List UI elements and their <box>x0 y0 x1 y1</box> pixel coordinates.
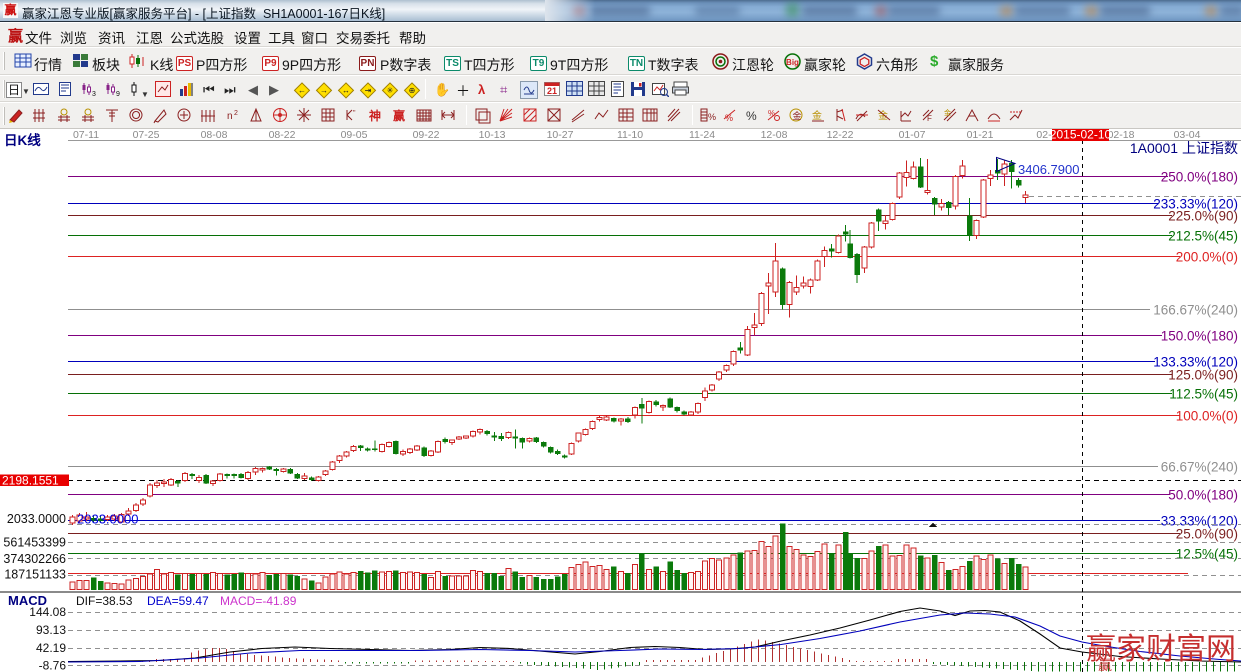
svg-text:↔: ↔ <box>342 86 350 95</box>
svg-text:07-11: 07-11 <box>73 129 99 141</box>
svg-text:10-13: 10-13 <box>479 129 506 141</box>
svg-text:MACD=-41.89: MACD=-41.89 <box>220 594 297 608</box>
svg-text:225.0%(90): 225.0%(90) <box>1168 209 1238 224</box>
svg-text:12-08: 12-08 <box>761 129 788 141</box>
svg-text:42.19: 42.19 <box>36 641 66 655</box>
svg-text:12-22: 12-22 <box>827 129 854 141</box>
svg-text:11-24: 11-24 <box>689 129 715 141</box>
svg-text:144.08: 144.08 <box>29 605 66 619</box>
svg-text:10-27: 10-27 <box>547 129 574 141</box>
svg-text:→: → <box>320 86 328 95</box>
svg-text:DEA=59.47: DEA=59.47 <box>147 594 209 608</box>
svg-text:66.67%(240): 66.67%(240) <box>1161 460 1238 475</box>
svg-text:374302266: 374302266 <box>3 552 66 566</box>
svg-text:11-10: 11-10 <box>617 129 643 141</box>
svg-text:561453399: 561453399 <box>3 535 66 549</box>
svg-text:金: 金 <box>944 108 951 117</box>
svg-text:08-22: 08-22 <box>269 129 296 141</box>
svg-text:100.0%(0): 100.0%(0) <box>1176 409 1238 424</box>
svg-text:3: 3 <box>92 91 96 97</box>
svg-text:250.0%(180): 250.0%(180) <box>1161 170 1238 185</box>
svg-text:日K线: 日K线 <box>4 132 41 148</box>
svg-text:200.0%(0): 200.0%(0) <box>1176 250 1238 265</box>
svg-text:%: % <box>708 112 716 122</box>
svg-text:09-05: 09-05 <box>341 129 368 141</box>
svg-text:50.0%(180): 50.0%(180) <box>1168 488 1238 503</box>
svg-text:2198.1551: 2198.1551 <box>2 473 59 487</box>
svg-text:赢: 赢 <box>393 108 405 123</box>
svg-text:3406.7900: 3406.7900 <box>1018 162 1079 177</box>
svg-text:01-21: 01-21 <box>967 129 994 141</box>
svg-text:%: % <box>768 109 775 118</box>
svg-text:07-25: 07-25 <box>133 129 160 141</box>
svg-text:": " <box>353 110 356 117</box>
svg-text:←: ← <box>298 86 306 95</box>
svg-text:%: % <box>746 109 757 123</box>
svg-text:93.13: 93.13 <box>36 623 66 637</box>
svg-text:2015-02-10: 2015-02-10 <box>1050 129 1112 142</box>
svg-text:187151133: 187151133 <box>4 568 66 582</box>
svg-text:112.5%(45): 112.5%(45) <box>1169 387 1238 402</box>
svg-text:n: n <box>227 111 233 122</box>
svg-text:21: 21 <box>547 86 557 96</box>
svg-text:F: F <box>927 114 932 123</box>
svg-text:08-08: 08-08 <box>201 129 228 141</box>
svg-text:2033.0000: 2033.0000 <box>77 512 138 527</box>
svg-text:12.5%(45): 12.5%(45) <box>1176 547 1238 562</box>
svg-text:DIF=38.53: DIF=38.53 <box>76 594 133 608</box>
svg-text:赢: 赢 <box>1098 657 1112 672</box>
svg-text:⇥: ⇥ <box>365 86 372 95</box>
svg-text:金: 金 <box>793 110 802 121</box>
svg-text:01-07: 01-07 <box>899 129 926 141</box>
svg-text:1A0001 上证指数: 1A0001 上证指数 <box>1130 140 1238 156</box>
svg-text:⊕: ⊕ <box>409 86 416 95</box>
svg-text:Big: Big <box>786 58 799 67</box>
svg-text:09-22: 09-22 <box>413 129 440 141</box>
svg-text:金: 金 <box>812 109 822 122</box>
svg-text:212.5%(45): 212.5%(45) <box>1168 229 1238 244</box>
svg-text:2033.0000: 2033.0000 <box>7 512 66 526</box>
svg-text:25.0%(90): 25.0%(90) <box>1176 527 1238 542</box>
svg-text:✳: ✳ <box>387 86 394 95</box>
svg-text:166.67%(240): 166.67%(240) <box>1153 303 1238 318</box>
svg-text:2: 2 <box>234 110 238 117</box>
svg-text:150.0%(180): 150.0%(180) <box>1161 329 1238 344</box>
svg-text:9: 9 <box>116 91 120 97</box>
svg-text:%: % <box>725 113 733 123</box>
svg-text:125.0%(90): 125.0%(90) <box>1168 368 1238 383</box>
svg-text:-8.76: -8.76 <box>39 659 67 672</box>
svg-text:神: 神 <box>369 108 381 123</box>
